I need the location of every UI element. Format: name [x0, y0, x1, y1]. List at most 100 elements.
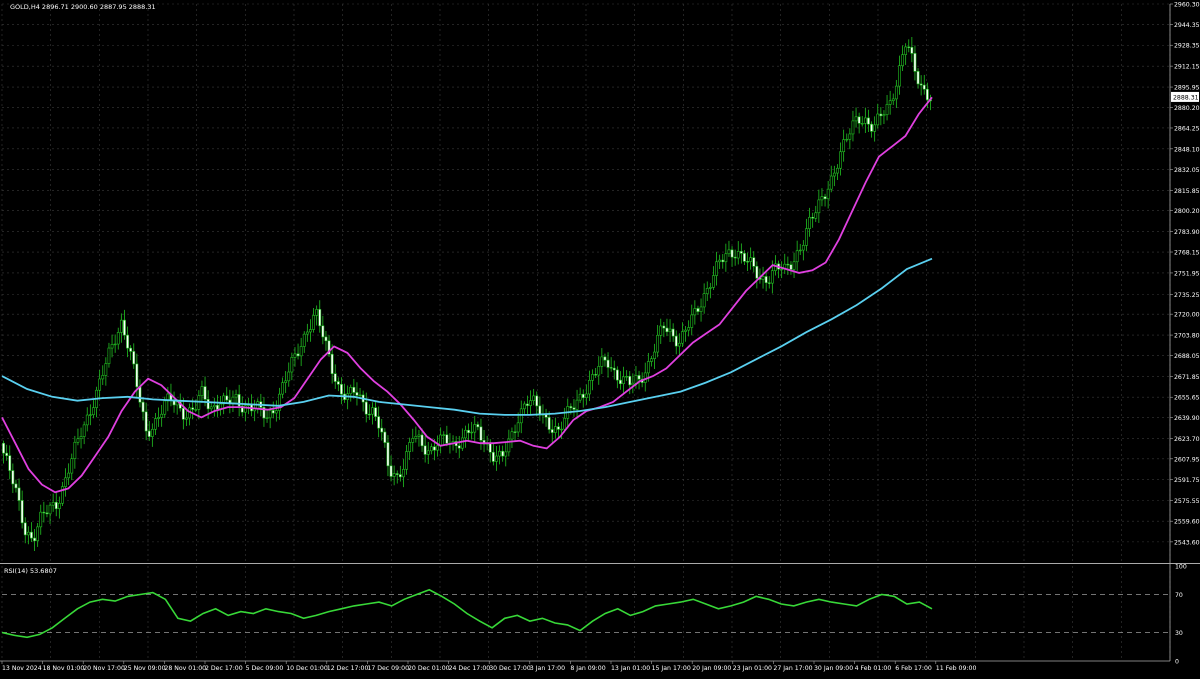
candle-body	[634, 375, 638, 384]
trading-chart[interactable]: 2960.30 2944.35 2928.35 2912.15 2895.95 2880.…	[0, 0, 1200, 675]
y-tick-label: 2639.90	[1174, 415, 1200, 422]
candle-body	[57, 502, 61, 510]
candle-body	[873, 124, 877, 132]
candle-body	[718, 259, 722, 263]
y-tick-label: 2768.15	[1174, 250, 1200, 257]
candle-body	[786, 263, 790, 266]
candle-body	[563, 417, 567, 430]
candle-body	[330, 353, 334, 374]
y-tick-label: 2944.35	[1174, 22, 1200, 29]
candle-body	[820, 196, 824, 201]
candle-body	[200, 386, 204, 396]
candle-body	[780, 268, 784, 271]
candle-body	[925, 88, 929, 101]
candle-body	[901, 54, 904, 67]
candle-body	[305, 331, 309, 335]
x-tick-label: 24 Dec 17:00	[449, 665, 491, 672]
candle-body	[212, 404, 216, 408]
candle-body	[274, 410, 278, 414]
x-tick-label: 13 Jan 01:00	[611, 665, 650, 672]
candle-body	[879, 113, 883, 117]
y-tick-label: 2815.85	[1174, 188, 1200, 195]
candle-body	[767, 282, 771, 284]
candle-body	[690, 314, 694, 328]
candle-body	[619, 379, 622, 385]
x-tick-label: 28 Nov 01:00	[164, 665, 206, 672]
candle-body	[110, 344, 114, 349]
candle-body	[696, 308, 700, 312]
candle-body	[98, 378, 102, 391]
candle-body	[293, 353, 297, 358]
candle-body	[315, 309, 319, 316]
rsi-tick-label: 100	[1175, 564, 1187, 571]
x-tick-label: 20 Jan 09:00	[692, 665, 731, 672]
candle-body	[119, 319, 123, 333]
y-tick-label: 2848.10	[1174, 146, 1200, 153]
candle-body	[839, 151, 842, 169]
x-tick-label: 5 Dec 09:00	[246, 665, 284, 672]
candle-body	[225, 395, 229, 401]
candle-body	[271, 410, 275, 414]
x-tick-label: 17 Dec 09:00	[367, 665, 409, 672]
x-tick-label: 12 Dec 17:00	[327, 665, 369, 672]
candle-body	[798, 249, 802, 252]
chart-svg[interactable]: 2960.30 2944.35 2928.35 2912.15 2895.95 2880.…	[0, 0, 1200, 675]
candle-body	[405, 451, 408, 470]
candle-body	[216, 404, 219, 410]
candle-body	[371, 407, 374, 415]
candle-body	[832, 172, 836, 177]
candle-body	[677, 342, 681, 347]
x-tick-label: 8 Jan 09:00	[570, 665, 605, 672]
candle-body	[411, 438, 415, 443]
candle-body	[284, 380, 288, 383]
candle-body	[513, 431, 517, 433]
candle-body	[479, 426, 483, 441]
candle-body	[916, 71, 920, 85]
candle-body	[141, 401, 145, 413]
candle-body	[761, 276, 765, 280]
candle-body	[488, 442, 492, 453]
candle-body	[132, 351, 136, 365]
x-tick-label: 6 Feb 17:00	[895, 665, 932, 672]
candle-body	[826, 188, 830, 200]
candle-body	[194, 409, 198, 411]
candle-body	[352, 387, 356, 393]
candle-body	[470, 431, 474, 434]
candle-body	[854, 116, 858, 122]
candle-body	[522, 403, 526, 410]
candle-body	[442, 434, 446, 436]
candle-body	[48, 504, 52, 515]
candle-body	[268, 410, 272, 419]
candle-body	[603, 356, 607, 361]
candle-body	[628, 376, 632, 386]
candle-body	[792, 261, 796, 270]
candle-body	[615, 369, 619, 381]
x-tick-label: 18 Nov 01:00	[43, 665, 85, 672]
candle-body	[2, 442, 5, 454]
candle-body	[11, 470, 15, 485]
candle-body	[789, 264, 793, 270]
candle-body	[209, 406, 213, 410]
candle-body	[299, 346, 303, 357]
candle-body	[498, 450, 501, 457]
x-tick-label: 4 Feb 01:00	[855, 665, 892, 672]
y-tick-label: 2655.65	[1174, 395, 1200, 402]
candle-body	[588, 379, 591, 395]
candle-body	[101, 375, 105, 380]
candle-body	[693, 308, 697, 316]
x-tick-label: 2 Dec 17:00	[205, 665, 243, 672]
candle-body	[888, 100, 892, 105]
y-tick-label: 2671.85	[1174, 374, 1200, 381]
candle-body	[885, 104, 889, 115]
candle-body	[724, 253, 728, 263]
y-tick-label: 2751.95	[1174, 270, 1200, 277]
candle-body	[643, 372, 647, 383]
rsi-tick-label: 30	[1175, 630, 1183, 637]
candle-body	[163, 400, 167, 415]
candle-body	[423, 445, 427, 455]
candle-body	[287, 371, 291, 382]
x-tick-label: 20 Dec 01:00	[408, 665, 450, 672]
y-tick-label: 2720.00	[1174, 312, 1200, 319]
candle-body	[429, 446, 433, 452]
candle-body	[395, 473, 399, 475]
